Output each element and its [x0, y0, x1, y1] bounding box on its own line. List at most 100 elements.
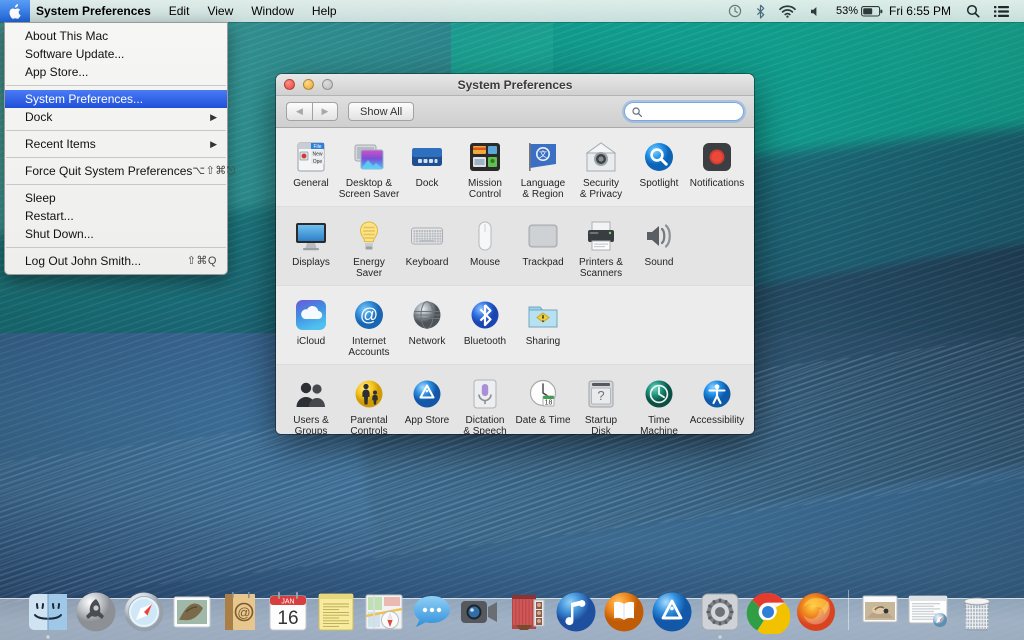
forward-button[interactable]: ▶	[312, 102, 338, 121]
dock-item-google-chrome[interactable]	[746, 590, 790, 634]
minimize-button[interactable]	[303, 79, 314, 90]
dock-minimized-preview-window[interactable]	[859, 590, 903, 634]
pref-pane-dictation-speech[interactable]: Dictation & Speech	[456, 374, 514, 434]
bluetooth-icon[interactable]	[749, 0, 772, 22]
menu-item-window[interactable]: Window	[242, 0, 303, 22]
apple-menu-item-sleep[interactable]: Sleep	[5, 189, 227, 207]
close-button[interactable]	[284, 79, 295, 90]
apple-menu-item-dock[interactable]: Dock ▶	[5, 108, 227, 126]
pref-pane-date-time[interactable]: 18 Date & Time	[514, 374, 572, 434]
dock-item-system-preferences[interactable]	[698, 590, 742, 639]
dock-item-app-store[interactable]	[650, 590, 694, 634]
pref-pane-keyboard[interactable]: Keyboard	[398, 216, 456, 279]
volume-icon[interactable]	[803, 0, 829, 22]
apple-menu-item-label: System Preferences...	[25, 92, 144, 106]
dock-item-safari[interactable]	[122, 590, 166, 634]
battery-status[interactable]: 53%	[829, 0, 885, 22]
running-indicator-dot	[45, 635, 50, 639]
pref-pane-dock[interactable]: Dock	[398, 137, 456, 200]
pref-pane-label: Mouse	[469, 257, 500, 268]
apple-menu-item-label: Log Out John Smith...	[25, 254, 142, 268]
dock-item-firefox[interactable]	[794, 590, 838, 634]
pref-pane-label: General	[293, 178, 329, 189]
pref-pane-notifications[interactable]: Notifications	[688, 137, 746, 200]
pref-pane-mouse[interactable]: Mouse	[456, 216, 514, 279]
pref-pane-sound[interactable]: Sound	[630, 216, 688, 279]
wifi-icon[interactable]	[772, 0, 803, 22]
show-all-button[interactable]: Show All	[348, 102, 415, 121]
window-title-bar[interactable]: System Preferences	[276, 74, 754, 96]
menu-app-name[interactable]: System Preferences	[30, 0, 160, 22]
pref-pane-label: Keyboard	[405, 257, 449, 268]
dock-item-contacts[interactable]: @	[218, 590, 262, 634]
pref-pane-security-privacy[interactable]: Security & Privacy	[572, 137, 630, 200]
pref-pane-trackpad[interactable]: Trackpad	[514, 216, 572, 279]
dock-item-launchpad[interactable]	[74, 590, 118, 634]
apple-menu-item-app-store[interactable]: App Store...	[5, 63, 227, 81]
zoom-button[interactable]	[322, 79, 333, 90]
bluetooth-pref-icon	[467, 297, 503, 333]
pref-pane-displays[interactable]: Displays	[282, 216, 340, 279]
dock-item-photo-booth[interactable]	[506, 590, 550, 634]
apple-menu-item-recent-items[interactable]: Recent Items ▶	[5, 135, 227, 153]
time-machine-icon[interactable]	[721, 0, 749, 22]
menu-item-view[interactable]: View	[198, 0, 242, 22]
dock-minimized-safari-window[interactable]	[907, 590, 951, 634]
traffic-light-group	[276, 79, 333, 90]
dock-item-mail[interactable]	[170, 590, 214, 634]
preferences-row: Users & Groups Parental Controls App Store Di…	[276, 365, 754, 434]
icloud-icon	[293, 297, 329, 333]
pref-pane-accessibility[interactable]: Accessibility	[688, 374, 746, 434]
search-input[interactable]	[646, 105, 736, 118]
language-region-icon: 文	[525, 139, 561, 175]
apple-menu-item-about-this-mac[interactable]: About This Mac	[5, 27, 227, 45]
pref-pane-icloud[interactable]: iCloud	[282, 295, 340, 358]
dock-item-notes[interactable]	[314, 590, 358, 634]
menu-item-edit[interactable]: Edit	[160, 0, 199, 22]
dock-item-maps[interactable]	[362, 590, 406, 634]
apple-menu-button[interactable]	[0, 0, 30, 22]
pref-pane-app-store[interactable]: App Store	[398, 374, 456, 434]
dock-item-trash[interactable]	[955, 590, 999, 634]
dock-item-calendar[interactable]: JAN 16	[266, 590, 310, 634]
dock-item-facetime[interactable]	[458, 590, 502, 634]
dock-item-itunes[interactable]	[554, 590, 598, 634]
pref-pane-label: Users & Groups	[293, 415, 329, 434]
battery-icon	[861, 5, 883, 17]
apple-menu-item-force-quit-system-preferences[interactable]: Force Quit System Preferences ⌥⇧⌘⎋	[5, 162, 235, 180]
pref-pane-printers-scanners[interactable]: Printers & Scanners	[572, 216, 630, 279]
pref-pane-energy-saver[interactable]: Energy Saver	[340, 216, 398, 279]
preferences-row: Displays Energy Saver Keyboard Mouse Trackpad…	[276, 207, 754, 286]
pref-pane-sharing[interactable]: Sharing	[514, 295, 572, 358]
menu-bar-clock[interactable]: Fri 6:55 PM	[885, 4, 959, 18]
submenu-chevron-right-icon: ▶	[210, 112, 217, 122]
apple-menu-item-shut-down[interactable]: Shut Down...	[5, 225, 227, 243]
pref-pane-users-groups[interactable]: Users & Groups	[282, 374, 340, 434]
dock-item-messages[interactable]	[410, 590, 454, 634]
pref-pane-spotlight[interactable]: Spotlight	[630, 137, 688, 200]
apple-menu-item-restart[interactable]: Restart...	[5, 207, 227, 225]
pref-pane-desktop-screen-saver[interactable]: Desktop & Screen Saver	[339, 137, 399, 200]
menu-item-help[interactable]: Help	[303, 0, 346, 22]
apple-menu-item-log-out-john-smith[interactable]: Log Out John Smith... ⇧⌘Q	[5, 252, 227, 270]
preferences-search-field[interactable]	[624, 102, 744, 121]
notification-center-icon[interactable]	[987, 0, 1016, 22]
window-toolbar: ◀ ▶ Show All	[276, 96, 754, 128]
apple-menu-item-system-preferences[interactable]: System Preferences...	[5, 90, 227, 108]
pref-pane-general[interactable]: File New Ope General	[282, 137, 340, 200]
pref-pane-internet-accounts[interactable]: @ Internet Accounts	[340, 295, 398, 358]
pref-pane-time-machine[interactable]: Time Machine	[630, 374, 688, 434]
apple-menu-item-software-update[interactable]: Software Update...	[5, 45, 227, 63]
spotlight-search-icon[interactable]	[959, 0, 987, 22]
pref-pane-parental-controls[interactable]: Parental Controls	[340, 374, 398, 434]
dock-icon	[409, 139, 445, 175]
pref-pane-bluetooth[interactable]: Bluetooth	[456, 295, 514, 358]
pref-pane-language-region[interactable]: 文 Language & Region	[514, 137, 572, 200]
pref-pane-network[interactable]: Network	[398, 295, 456, 358]
mouse-icon	[467, 218, 503, 254]
dock-item-ibooks[interactable]	[602, 590, 646, 634]
back-button[interactable]: ◀	[286, 102, 312, 121]
dock-item-finder[interactable]	[26, 590, 70, 639]
pref-pane-mission-control[interactable]: Mission Control	[456, 137, 514, 200]
pref-pane-startup-disk[interactable]: ? Startup Disk	[572, 374, 630, 434]
